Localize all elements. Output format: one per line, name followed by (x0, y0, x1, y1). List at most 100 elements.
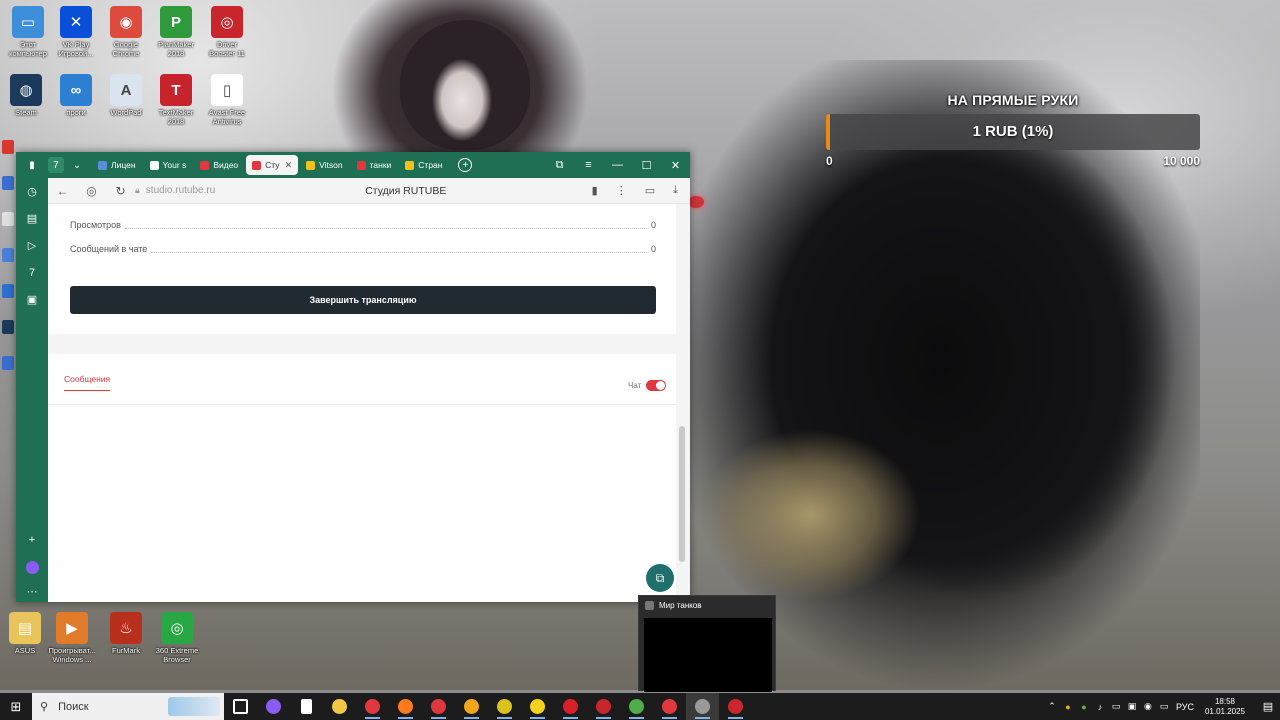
desktop-icon[interactable]: ✕ VK Play Игровой... (48, 6, 104, 58)
desktop-icon[interactable]: ▶ Проигрыват... Windows ... (44, 612, 100, 664)
chrome-task-icon[interactable] (620, 693, 653, 720)
back-icon[interactable]: ← (48, 184, 77, 198)
browser-tab[interactable]: Сту ✕ (246, 155, 299, 175)
browser-tab[interactable]: Your s (144, 155, 193, 175)
scrollbar-thumb[interactable] (679, 426, 685, 562)
reader-icon[interactable]: ▭ (645, 184, 655, 197)
clock[interactable]: 18:58 01.01.2025 (1202, 697, 1248, 717)
desktop-icon[interactable]: A WordPad (98, 74, 154, 117)
alice-sidebar-icon[interactable] (16, 554, 48, 581)
desktop-icon[interactable]: ♨ FurMark (98, 612, 154, 655)
add-panel-icon[interactable]: + (16, 526, 48, 553)
play-icon[interactable]: ▷ (16, 232, 48, 259)
search-icon: ⚲ (40, 701, 49, 713)
system-tray: ⌃ ● ● ♪ ▭ ▣ ◉ ▭ РУС 18:58 01.01.2025 ▤ (1044, 693, 1280, 720)
collections-icon[interactable]: ⧉ (545, 159, 574, 172)
desktop-icon[interactable]: P PlanMaker 2018 (148, 6, 204, 58)
obs-icon-glyph (728, 699, 743, 714)
partial-icon[interactable] (2, 284, 14, 298)
obs-icon[interactable] (719, 693, 752, 720)
desktop-icon[interactable]: T TextMaker 2018 (148, 74, 204, 126)
taskbar-thumbnail-popup[interactable]: Мир танков (638, 595, 776, 692)
stat-row-chat-messages: Сообщений в чате 0 (70, 242, 656, 256)
tab-count-badge[interactable]: 7 (48, 157, 64, 173)
network-icon[interactable]: ▭ (1108, 701, 1124, 712)
bookmark-icon[interactable]: ▮ (592, 184, 598, 197)
partial-icon[interactable] (2, 176, 14, 190)
new-tab-button[interactable]: + (458, 158, 473, 172)
yandex-browser-active-icon[interactable] (653, 693, 686, 720)
partial-icon[interactable] (2, 248, 14, 262)
download-icon[interactable]: ⤓ (673, 184, 678, 197)
protect-icon[interactable]: ◎ (77, 184, 106, 198)
notes-icon[interactable]: ▤ (16, 205, 48, 232)
browser-tab[interactable]: Vitson (300, 155, 348, 175)
donation-scale: 0 10 000 (826, 154, 1200, 168)
chevron-up-icon[interactable]: ⌃ (1044, 701, 1060, 712)
chevron-down-icon[interactable]: ⌄ (68, 156, 86, 174)
display-icon[interactable]: ▣ (1124, 701, 1140, 712)
chat-toggle[interactable] (646, 380, 666, 391)
desktop-icon[interactable]: ◍ Steam (0, 74, 54, 117)
notepad-icon[interactable] (290, 693, 323, 720)
url-field[interactable]: studio.rutube.ru (146, 185, 296, 196)
more-icon[interactable]: ⋯ (16, 578, 48, 605)
windows-start-icon[interactable]: ⊞ (0, 693, 32, 720)
app-red-icon[interactable] (587, 693, 620, 720)
more-vert-icon[interactable]: ⋮ (616, 184, 627, 197)
close-button[interactable]: ✕ (661, 159, 690, 172)
task-view-icon[interactable] (224, 693, 257, 720)
desktop-icon[interactable]: ◎ 360 Extreme Browser (149, 612, 205, 664)
browser-window: ▮ 7 ⌄ Лицен Your s Видео Сту ✕ Vitson танки Стр… (16, 152, 690, 602)
yandex-disk-tray-icon[interactable]: ● (1060, 702, 1076, 712)
opera-gx-icon[interactable] (422, 693, 455, 720)
browser-tab[interactable]: Видео (194, 155, 244, 175)
history-icon[interactable]: ◷ (16, 178, 48, 205)
thumbnail-title: Мир танков (639, 596, 775, 616)
yandex-icon[interactable] (356, 693, 389, 720)
end-stream-button[interactable]: Завершить трансляцию (70, 286, 656, 314)
explorer-icon[interactable] (323, 693, 356, 720)
browser-menu-icon[interactable]: ▮ (16, 156, 48, 174)
browser-tab[interactable]: танки (351, 155, 398, 175)
avast-icon: ▯ (211, 74, 243, 106)
alice-icon[interactable] (257, 693, 290, 720)
desktop-icon[interactable]: ◉ Google Chrome (98, 6, 154, 58)
desktop-icon[interactable]: ▯ Avast Free Antivirus (199, 74, 255, 126)
yandex-browser-icon[interactable] (521, 693, 554, 720)
reload-icon[interactable]: ↻ (106, 184, 135, 198)
tab-messages[interactable]: Сообщения (64, 374, 111, 391)
thumbnail-preview[interactable] (644, 618, 772, 692)
nvidia-tray-icon[interactable]: ● (1076, 702, 1092, 712)
seven-icon[interactable]: 7 (16, 259, 48, 286)
desktop-icon[interactable]: ∞ проги (48, 74, 104, 117)
taskbar-search[interactable]: ⚲ Поиск (32, 693, 224, 720)
tanks-icon[interactable] (686, 693, 719, 720)
firefox-icon[interactable] (389, 693, 422, 720)
app-yellow-icon[interactable] (488, 693, 521, 720)
tab-label: Сту (265, 160, 280, 170)
browser-tab[interactable]: Стран (399, 155, 448, 175)
desktop-icon[interactable]: ◎ Driver Booster 11 (199, 6, 255, 58)
partial-icon[interactable] (2, 356, 14, 370)
tab-close-icon[interactable]: ✕ (285, 160, 293, 171)
media-icon[interactable] (455, 693, 488, 720)
battery-icon[interactable]: ▭ (1156, 701, 1172, 712)
support-chat-button[interactable]: ⧉ (646, 564, 674, 592)
opera-icon[interactable] (554, 693, 587, 720)
partial-icon[interactable] (2, 140, 14, 154)
minimize-button[interactable]: — (603, 159, 632, 171)
gallery-icon[interactable]: ▣ (16, 286, 48, 313)
stat-value: 0 (650, 244, 656, 254)
volume-icon[interactable]: ♪ (1092, 702, 1108, 712)
maximize-button[interactable]: ☐ (632, 159, 661, 172)
hamburger-menu-icon[interactable]: ≡ (574, 159, 603, 171)
partial-icon[interactable] (2, 320, 14, 334)
yandex-browser-active-icon-glyph (662, 699, 677, 714)
browser-tab[interactable]: Лицен (92, 155, 142, 175)
language-indicator[interactable]: РУС (1176, 702, 1194, 712)
scrollbar[interactable] (678, 204, 686, 602)
webcam-icon[interactable]: ◉ (1140, 701, 1156, 712)
partial-icon[interactable] (2, 212, 14, 226)
notifications-icon[interactable]: ▤ (1256, 700, 1280, 713)
